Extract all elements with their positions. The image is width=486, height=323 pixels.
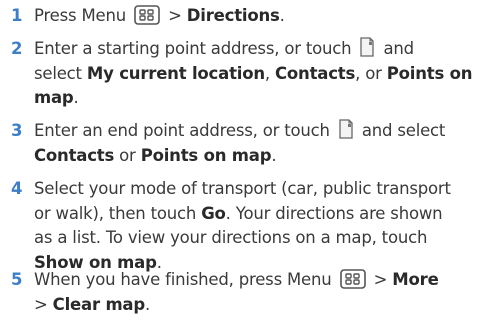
step-text-segment: and select — [356, 121, 446, 140]
step-text: Enter a starting point address, or touch… — [34, 37, 482, 111]
more-label: More — [392, 270, 439, 289]
step-text-segment: When you have finished, press Menu — [34, 270, 337, 289]
step-text-segment: > — [34, 294, 53, 314]
step-text-segment: . — [271, 145, 277, 165]
directions-steps: 1 Press Menu > Directions. 2 Enter a sta… — [0, 0, 486, 323]
step-number: 4 — [11, 179, 23, 198]
step-text-segment: > — [368, 270, 393, 289]
contacts-picker-icon — [338, 119, 354, 139]
step-text: Enter an end point address, or touch and… — [34, 119, 482, 168]
step-text-segment: . — [144, 294, 151, 314]
step-number: 5 — [11, 270, 23, 289]
step-text-segment: or walk), then touch — [34, 203, 202, 223]
step-text-segment: , or — [355, 63, 387, 83]
menu-key-icon — [339, 269, 366, 289]
my-current-location-label: My current location — [86, 63, 265, 83]
contacts-label: Contacts — [275, 63, 356, 83]
step-text-segment: as a list. To view your directions on a … — [34, 228, 428, 247]
step-text-segment: Select your mode of transport (car, publ… — [34, 179, 451, 198]
step-text: When you have finished, press Menu > Mor… — [34, 268, 482, 317]
step-text-segment: > — [163, 6, 187, 25]
step-text-segment: . — [279, 6, 285, 25]
step-text-segment: , — [264, 63, 275, 83]
directions-label: Directions — [186, 6, 280, 25]
step-text-segment: select — [34, 63, 87, 83]
step-text-segment: Press Menu — [34, 6, 132, 25]
menu-key-icon — [134, 5, 160, 25]
step-text-segment: and — [378, 39, 414, 58]
clear-map-label: Clear map — [52, 294, 146, 314]
points-on-map-label: Points on — [386, 63, 473, 83]
step-text-segment: or — [114, 145, 141, 165]
step-number: 2 — [11, 39, 23, 58]
step-text-segment: . Your directions are shown — [225, 203, 443, 223]
points-on-map-label: Points on map — [140, 145, 272, 165]
contacts-label: Contacts — [34, 145, 115, 165]
step-text-segment: Enter an end point address, or touch — [34, 121, 335, 140]
step-number: 3 — [11, 121, 23, 140]
step-text-segment: . — [73, 88, 79, 107]
step-text: Select your mode of transport (car, publ… — [34, 177, 482, 275]
go-label: Go — [201, 203, 226, 223]
points-on-map-label: map — [34, 88, 74, 107]
step-text: Press Menu > Directions. — [34, 4, 482, 29]
contacts-picker-icon — [359, 37, 375, 57]
step-text-segment: Enter a starting point address, or touch — [34, 39, 357, 58]
step-number: 1 — [11, 6, 23, 25]
